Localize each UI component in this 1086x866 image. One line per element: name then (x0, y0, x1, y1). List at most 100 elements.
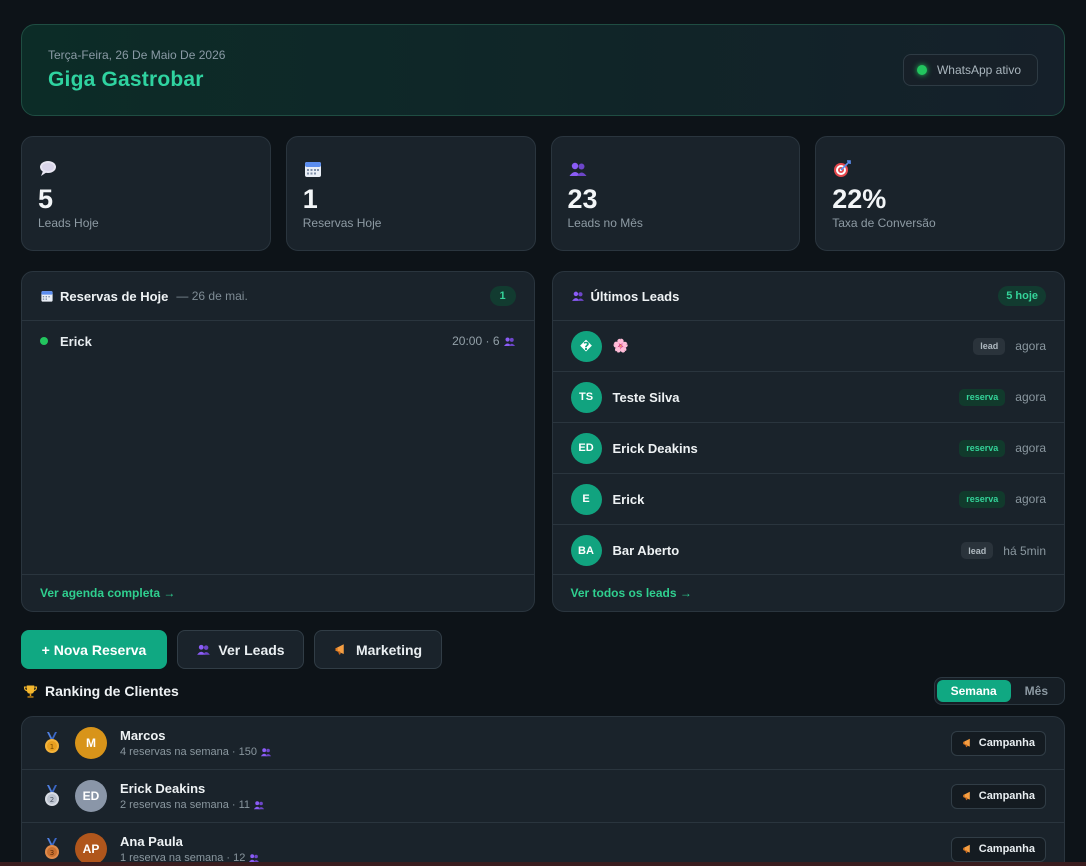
avatar: AP (75, 833, 107, 865)
reservation-detail-group: 20:00 · 6 (452, 334, 515, 348)
lead-name: 🌸 (612, 338, 629, 353)
marketing-label: Marketing (355, 641, 423, 658)
stat-label: Taxa de Conversão (832, 216, 936, 230)
lead-time: agora (1015, 492, 1046, 506)
stat-value: 22% (832, 184, 887, 214)
lead-tag-badge: reserva (959, 490, 1006, 508)
avatar: M (75, 727, 107, 759)
ranking-identity: 1 M Marcos 4 reservas na semana · 150 (42, 727, 272, 759)
stat-label: Leads Hoje (38, 216, 99, 230)
reservation-item[interactable]: Erick 20:00 · 6 (22, 321, 534, 361)
stats-row: 5 Leads Hoje 1 Reservas Hoje 23 Leads no… (21, 136, 1065, 251)
campaign-label: Campanha (978, 790, 1035, 802)
page-title: Giga Gastrobar (48, 68, 204, 91)
customer-name: Marcos (120, 728, 166, 743)
view-full-schedule-link[interactable]: Ver agenda completa → (22, 574, 534, 611)
stat-value: 5 (38, 184, 54, 214)
megaphone-icon (962, 738, 970, 748)
lead-name: Bar Aberto (612, 543, 680, 558)
campaign-button[interactable]: Campanha (950, 783, 1046, 809)
campaign-button[interactable]: Campanha (950, 836, 1046, 862)
svg-text:3: 3 (50, 849, 54, 857)
svg-text:2: 2 (50, 796, 54, 804)
avatar: ED (75, 780, 107, 812)
header-text: Terça-Feira, 26 De Maio De 2026 Giga Gas… (48, 48, 225, 92)
ranking-text: Marcos 4 reservas na semana · 150 (120, 728, 272, 758)
ranking-row[interactable]: 2 ED Erick Deakins 2 reservas na semana … (22, 770, 1064, 823)
reservation-name: Erick (60, 333, 92, 349)
svg-text:1: 1 (50, 743, 54, 751)
silver-medal-icon: 2 (45, 785, 59, 806)
status-dot-icon (40, 337, 48, 345)
megaphone-icon (962, 844, 970, 854)
campaign-label: Campanha (978, 737, 1035, 749)
view-leads-button[interactable]: Ver Leads (177, 630, 304, 669)
customer-name: Ana Paula (120, 834, 183, 849)
whatsapp-status-label: WhatsApp ativo (936, 63, 1021, 77)
reservation-name-group: Erick (40, 334, 92, 349)
new-reservation-button[interactable]: + Nova Reserva (21, 630, 167, 669)
reservations-count-badge: 1 (489, 286, 516, 306)
customer-stats: 4 reservas na semana · 150 (120, 746, 272, 758)
toggle-week[interactable]: Semana (936, 680, 1011, 702)
lead-tag-badge: lead (973, 337, 1006, 355)
lead-item[interactable]: ED Erick Deakins reserva agora (552, 423, 1064, 474)
calendar-icon (41, 291, 53, 302)
leads-today-badge: 5 hoje (998, 286, 1046, 306)
stat-value: 1 (302, 184, 318, 214)
toggle-month[interactable]: Mês (1011, 680, 1062, 702)
marketing-button[interactable]: Marketing (314, 630, 442, 669)
stat-label: Reservas Hoje (302, 216, 382, 230)
people-icon (571, 291, 584, 301)
ranking-text: Erick Deakins 2 reservas na semana · 11 (120, 781, 265, 811)
lead-identity: � 🌸 (570, 330, 629, 362)
stat-card-reservations-today: 1 Reservas Hoje (285, 136, 536, 251)
lead-time: há 5min (1003, 543, 1046, 558)
avatar: BA (570, 535, 602, 566)
people-icon (253, 801, 265, 810)
lead-identity: TS Teste Silva (570, 381, 679, 413)
campaign-label: Campanha (978, 843, 1035, 855)
stat-label: Leads no Mês (567, 216, 643, 230)
whatsapp-status-badge[interactable]: WhatsApp ativo (902, 54, 1038, 86)
lead-name: Erick (612, 491, 645, 507)
lead-item[interactable]: � 🌸 lead agora (552, 321, 1064, 372)
view-all-leads-link[interactable]: Ver todos os leads → (552, 574, 1064, 611)
campaign-button[interactable]: Campanha (950, 730, 1046, 756)
lead-identity: E Erick (570, 483, 645, 515)
lead-item[interactable]: TS Teste Silva reserva agora (552, 372, 1064, 423)
customer-name: Erick Deakins (120, 781, 206, 796)
lead-name: Erick Deakins (612, 440, 698, 456)
lead-time: agora (1015, 339, 1046, 353)
lead-meta: reserva agora (959, 490, 1046, 508)
lead-item[interactable]: E Erick reserva agora (552, 474, 1064, 525)
reservations-panel-title: Reservas de Hoje — 26 de mai. (40, 289, 248, 304)
leads-list: � 🌸 lead agora TS Teste Silva reserva ag… (552, 321, 1065, 576)
leads-panel: Últimos Leads 5 hoje � 🌸 lead agora TS T… (551, 271, 1065, 612)
bottom-divider (0, 862, 1086, 866)
period-toggle: Semana Mês (933, 677, 1065, 705)
people-icon (197, 644, 211, 655)
target-icon (834, 160, 852, 177)
people-icon (503, 336, 515, 346)
stat-value: 23 (567, 184, 598, 214)
megaphone-icon (335, 644, 344, 655)
trophy-icon (23, 685, 38, 698)
ranking-list: 1 M Marcos 4 reservas na semana · 150 Ca… (21, 716, 1065, 866)
gold-medal-icon: 1 (45, 732, 59, 753)
lead-item[interactable]: BA Bar Aberto lead há 5min (553, 525, 1065, 576)
stat-card-leads-today: 5 Leads Hoje (21, 136, 271, 251)
view-leads-label: Ver Leads (218, 641, 285, 658)
panels-row: Reservas de Hoje — 26 de mai. 1 Erick 20… (21, 271, 1065, 612)
leads-panel-header: Últimos Leads 5 hoje (552, 272, 1064, 321)
leads-title-text: Últimos Leads (590, 288, 680, 304)
chat-bubble-icon (40, 161, 56, 176)
avatar: E (570, 483, 602, 515)
ranking-row[interactable]: 1 M Marcos 4 reservas na semana · 150 Ca… (22, 717, 1064, 770)
header-banner: Terça-Feira, 26 De Maio De 2026 Giga Gas… (21, 24, 1065, 116)
ranking-header: Ranking de Clientes Semana Mês (21, 676, 1065, 706)
ranking-row[interactable]: 3 AP Ana Paula 1 reserva na semana · 12 (22, 823, 1064, 866)
lead-time: agora (1015, 390, 1046, 404)
lead-identity: ED Erick Deakins (570, 432, 698, 464)
customer-stats-text: 2 reservas na semana · 11 (120, 799, 251, 811)
